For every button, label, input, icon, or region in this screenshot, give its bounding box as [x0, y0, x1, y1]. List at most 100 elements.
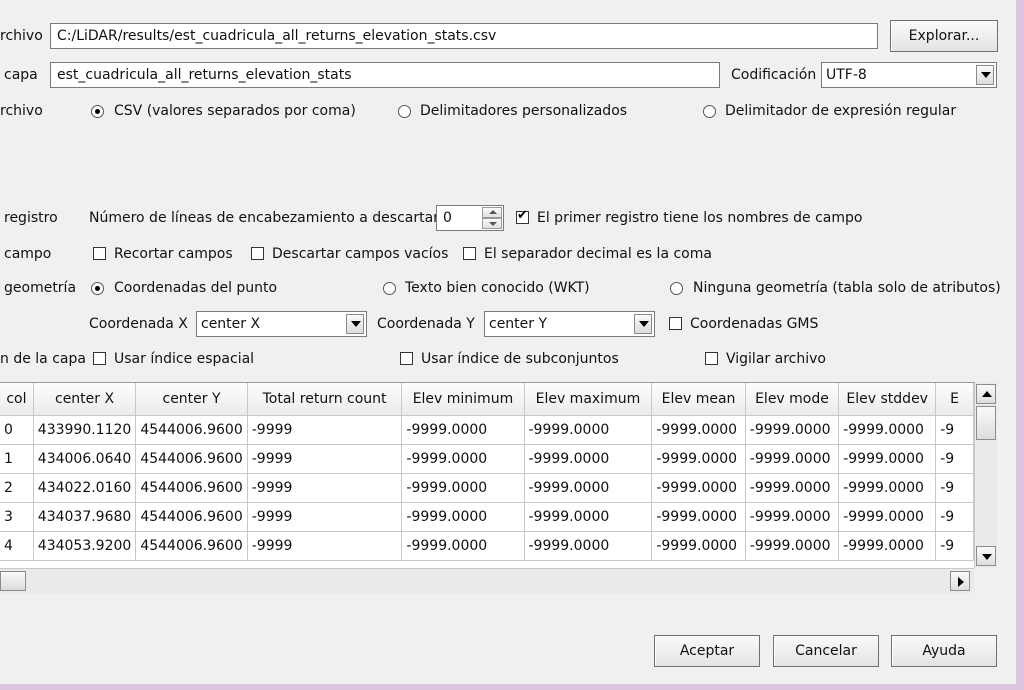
- ok-button[interactable]: Aceptar: [654, 635, 760, 667]
- geometry-wkt-radio[interactable]: [383, 282, 396, 295]
- table-row[interactable]: 1 434006.0640 4544006.9600 -9999 -9999.0000-…: [0, 444, 974, 474]
- first-record-header-checkbox[interactable]: [516, 208, 529, 224]
- table-cell: 434053.9200: [33, 531, 137, 561]
- field-options-label: campo: [4, 246, 52, 262]
- format-custom-label: Delimitadores personalizados: [420, 103, 628, 119]
- table-cell: -9999.0000: [745, 502, 840, 532]
- skip-lines-spinbox[interactable]: 0: [436, 205, 504, 231]
- table-cell: -9999.0000: [838, 502, 937, 532]
- table-cell: -9999: [247, 531, 403, 561]
- y-coord-select[interactable]: center Y: [484, 311, 655, 337]
- table-cell: 434037.9680: [33, 502, 137, 532]
- scroll-up-icon[interactable]: [976, 384, 996, 404]
- table-cell: -9999.0000: [401, 502, 525, 532]
- column-header[interactable]: Elev mean: [651, 383, 746, 416]
- encoding-select[interactable]: UTF-8: [821, 62, 997, 88]
- horizontal-scrollbar[interactable]: [0, 568, 974, 593]
- format-csv-label: CSV (valores separados por coma): [114, 103, 356, 119]
- trim-fields-checkbox[interactable]: [93, 247, 106, 260]
- table-cell: -9999.0000: [745, 473, 840, 503]
- watch-file-checkbox[interactable]: [705, 352, 718, 365]
- dms-checkbox[interactable]: [669, 317, 682, 330]
- discard-empty-checkbox[interactable]: [251, 247, 264, 260]
- format-regex-label: Delimitador de expresión regular: [725, 103, 957, 119]
- table-cell: -9999.0000: [745, 531, 840, 561]
- chevron-down-icon[interactable]: [976, 65, 994, 85]
- cancel-button[interactable]: Cancelar: [773, 635, 879, 667]
- table-cell: -9999.0000: [838, 531, 937, 561]
- table-cell: -9: [935, 502, 974, 532]
- discard-empty-label: Descartar campos vacíos: [272, 246, 449, 262]
- table-cell: 4544006.9600: [135, 415, 248, 445]
- table-cell: 433990.1120: [33, 415, 137, 445]
- table-cell: -9999: [247, 473, 403, 503]
- spin-up-icon[interactable]: [482, 207, 502, 218]
- table-row[interactable]: 2 434022.0160 4544006.9600 -9999 -9999.0000-…: [0, 473, 974, 503]
- table-cell: 3: [0, 502, 34, 532]
- column-header[interactable]: Elev mode: [745, 383, 840, 416]
- sample-data-table[interactable]: col center Xcenter Y Total return count Ele…: [0, 382, 974, 569]
- scroll-down-icon[interactable]: [976, 546, 996, 566]
- table-cell: -9999.0000: [838, 415, 937, 445]
- geometry-point-radio[interactable]: [91, 282, 104, 295]
- x-coord-select[interactable]: center X: [196, 311, 367, 337]
- format-csv-radio[interactable]: [91, 105, 104, 118]
- decimal-comma-label: El separador decimal es la coma: [484, 246, 712, 262]
- y-coord-label: Coordenada Y: [377, 316, 475, 332]
- column-header[interactable]: Elev minimum: [401, 383, 525, 416]
- table-cell: 0: [0, 415, 34, 445]
- table-cell: -9999: [247, 444, 403, 474]
- geometry-point-label: Coordenadas del punto: [114, 280, 278, 296]
- browse-button[interactable]: Explorar...: [890, 20, 998, 52]
- column-header[interactable]: E: [935, 383, 974, 416]
- first-record-header-label: El primer registro tiene los nombres de …: [537, 210, 863, 226]
- table-cell: -9999.0000: [651, 415, 746, 445]
- table-cell: -9999.0000: [524, 444, 653, 474]
- subset-index-checkbox[interactable]: [400, 352, 413, 365]
- chevron-down-icon[interactable]: [346, 314, 364, 334]
- table-cell: 4544006.9600: [135, 444, 248, 474]
- table-body: 0 433990.1120 4544006.9600 -9999 -9999.0000-…: [0, 415, 974, 561]
- table-row[interactable]: 3 434037.9680 4544006.9600 -9999 -9999.0000-…: [0, 502, 974, 532]
- file-name-label: rchivo: [0, 28, 43, 44]
- table-cell: 4: [0, 531, 34, 561]
- format-regex-radio[interactable]: [703, 105, 716, 118]
- watch-file-label: Vigilar archivo: [726, 351, 826, 367]
- table-row[interactable]: 4 434053.9200 4544006.9600 -9999 -9999.0000-…: [0, 531, 974, 561]
- window-border-bottom: [0, 684, 1024, 690]
- table-row[interactable]: 0 433990.1120 4544006.9600 -9999 -9999.0000 -…: [0, 415, 974, 445]
- table-header-row: col center Xcenter Y Total return count Ele…: [0, 383, 974, 416]
- vertical-scrollbar[interactable]: [974, 382, 997, 568]
- column-header[interactable]: Elev maximum: [524, 383, 653, 416]
- help-button[interactable]: Ayuda: [891, 635, 997, 667]
- decimal-comma-checkbox[interactable]: [463, 247, 476, 260]
- geometry-none-radio[interactable]: [670, 282, 683, 295]
- file-format-label: rchivo: [0, 103, 43, 119]
- spatial-index-checkbox[interactable]: [93, 352, 106, 365]
- vertical-scroll-thumb[interactable]: [976, 406, 996, 440]
- table-cell: 4544006.9600: [135, 502, 248, 532]
- encoding-value: UTF-8: [826, 67, 867, 83]
- table-cell: -9: [935, 473, 974, 503]
- column-header[interactable]: Elev stddev: [838, 383, 937, 416]
- spatial-index-label: Usar índice espacial: [114, 351, 255, 367]
- scroll-right-icon[interactable]: [950, 571, 970, 591]
- table-cell: -9: [935, 531, 974, 561]
- horizontal-scroll-thumb[interactable]: [0, 571, 26, 591]
- format-custom-radio[interactable]: [398, 105, 411, 118]
- table-cell: -9999: [247, 415, 403, 445]
- table-cell: -9999.0000: [524, 473, 653, 503]
- chevron-down-icon[interactable]: [634, 314, 652, 334]
- table-cell: -9999.0000: [524, 502, 653, 532]
- file-path-input[interactable]: C:/LiDAR/results/est_cuadricula_all_retu…: [50, 23, 878, 49]
- dms-label: Coordenadas GMS: [690, 316, 819, 332]
- column-header[interactable]: Total return count: [247, 383, 403, 416]
- column-header[interactable]: center Y: [135, 383, 248, 416]
- column-header[interactable]: col: [0, 383, 34, 416]
- spin-down-icon[interactable]: [482, 218, 502, 229]
- layer-name-input[interactable]: est_cuadricula_all_returns_elevation_sta…: [50, 62, 720, 88]
- skip-lines-label: Número de líneas de encabezamiento a des…: [89, 210, 439, 226]
- column-header[interactable]: center X: [33, 383, 137, 416]
- table-cell: -9999.0000: [401, 473, 525, 503]
- y-coord-value: center Y: [489, 316, 548, 332]
